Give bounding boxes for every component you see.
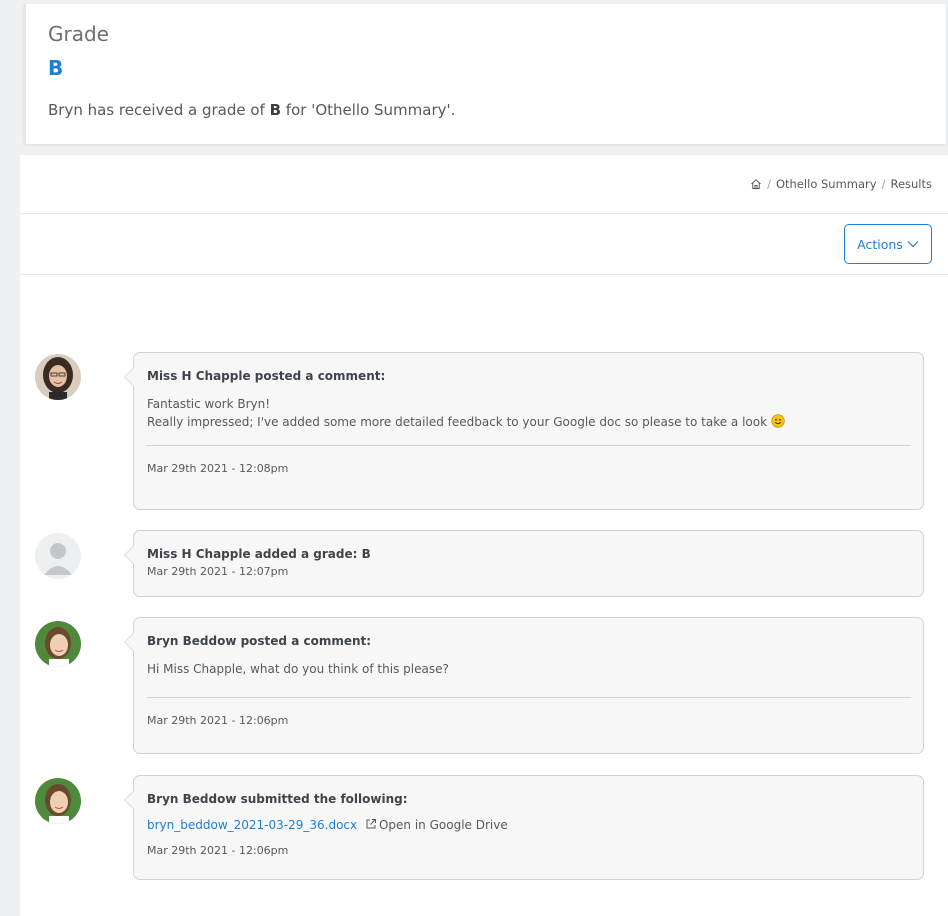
- grade-heading: Grade: [48, 22, 109, 46]
- breadcrumb-item-results: Results: [890, 177, 932, 191]
- breadcrumb: / Othello Summary / Results: [20, 155, 948, 214]
- actions-label: Actions: [857, 236, 903, 252]
- comment-bubble: Bryn Beddow posted a comment: Hi Miss Ch…: [124, 617, 924, 754]
- comment-line: Really impressed; I've added some more d…: [147, 413, 911, 431]
- submission-bubble: Bryn Beddow submitted the following: bry…: [124, 775, 924, 880]
- file-link[interactable]: bryn_beddow_2021-03-29_36.docx: [147, 818, 357, 832]
- breadcrumb-separator: /: [767, 177, 771, 191]
- grade-message-grade: B: [269, 101, 282, 119]
- breadcrumb-item-assignment[interactable]: Othello Summary: [776, 177, 877, 191]
- chevron-down-icon: [907, 241, 919, 248]
- external-link-icon[interactable]: [365, 818, 377, 830]
- submission-title: Bryn Beddow submitted the following:: [147, 792, 408, 806]
- comment-bubble: Miss H Chapple posted a comment: Fantast…: [124, 352, 924, 510]
- divider: [147, 445, 911, 446]
- grade-message-suffix: for 'Othello Summary'.: [281, 101, 456, 119]
- divider: [147, 697, 911, 698]
- comment-title: Miss H Chapple posted a comment:: [147, 369, 386, 383]
- grade-message: Bryn has received a grade of B for 'Othe…: [48, 100, 924, 120]
- grade-value: B: [48, 56, 64, 80]
- grade-event-title: Miss H Chapple added a grade: B: [147, 547, 371, 561]
- comment-body: Hi Miss Chapple, what do you think of th…: [147, 662, 449, 676]
- avatar: [35, 354, 81, 400]
- comment-body: Fantastic work Bryn! Really impressed; I…: [147, 395, 911, 431]
- comment-line: Fantastic work Bryn!: [147, 397, 271, 411]
- comment-date: Mar 29th 2021 - 12:08pm: [147, 462, 289, 475]
- open-in-drive-link[interactable]: Open in Google Drive: [379, 818, 508, 832]
- grade-message-prefix: Bryn has received a grade of: [48, 101, 270, 119]
- avatar: [35, 621, 81, 667]
- grade-event-bubble: Miss H Chapple added a grade: B Mar 29th…: [124, 530, 924, 597]
- actions-button[interactable]: Actions: [844, 224, 932, 264]
- avatar: [35, 533, 81, 579]
- grade-notification-card: Grade B Bryn has received a grade of B f…: [24, 4, 946, 144]
- home-icon[interactable]: [750, 178, 762, 190]
- avatar: [35, 778, 81, 824]
- breadcrumb-separator: /: [881, 177, 886, 191]
- actions-bar: Actions: [20, 214, 948, 275]
- submission-date: Mar 29th 2021 - 12:06pm: [147, 844, 289, 857]
- results-panel: / Othello Summary / Results Actions Miss…: [20, 155, 948, 916]
- smile-emoji-icon: [771, 414, 785, 428]
- submission-body: bryn_beddow_2021-03-29_36.docx Open in G…: [147, 816, 911, 834]
- grade-event-date: Mar 29th 2021 - 12:07pm: [147, 565, 289, 578]
- comment-date: Mar 29th 2021 - 12:06pm: [147, 714, 289, 727]
- comment-title: Bryn Beddow posted a comment:: [147, 634, 372, 648]
